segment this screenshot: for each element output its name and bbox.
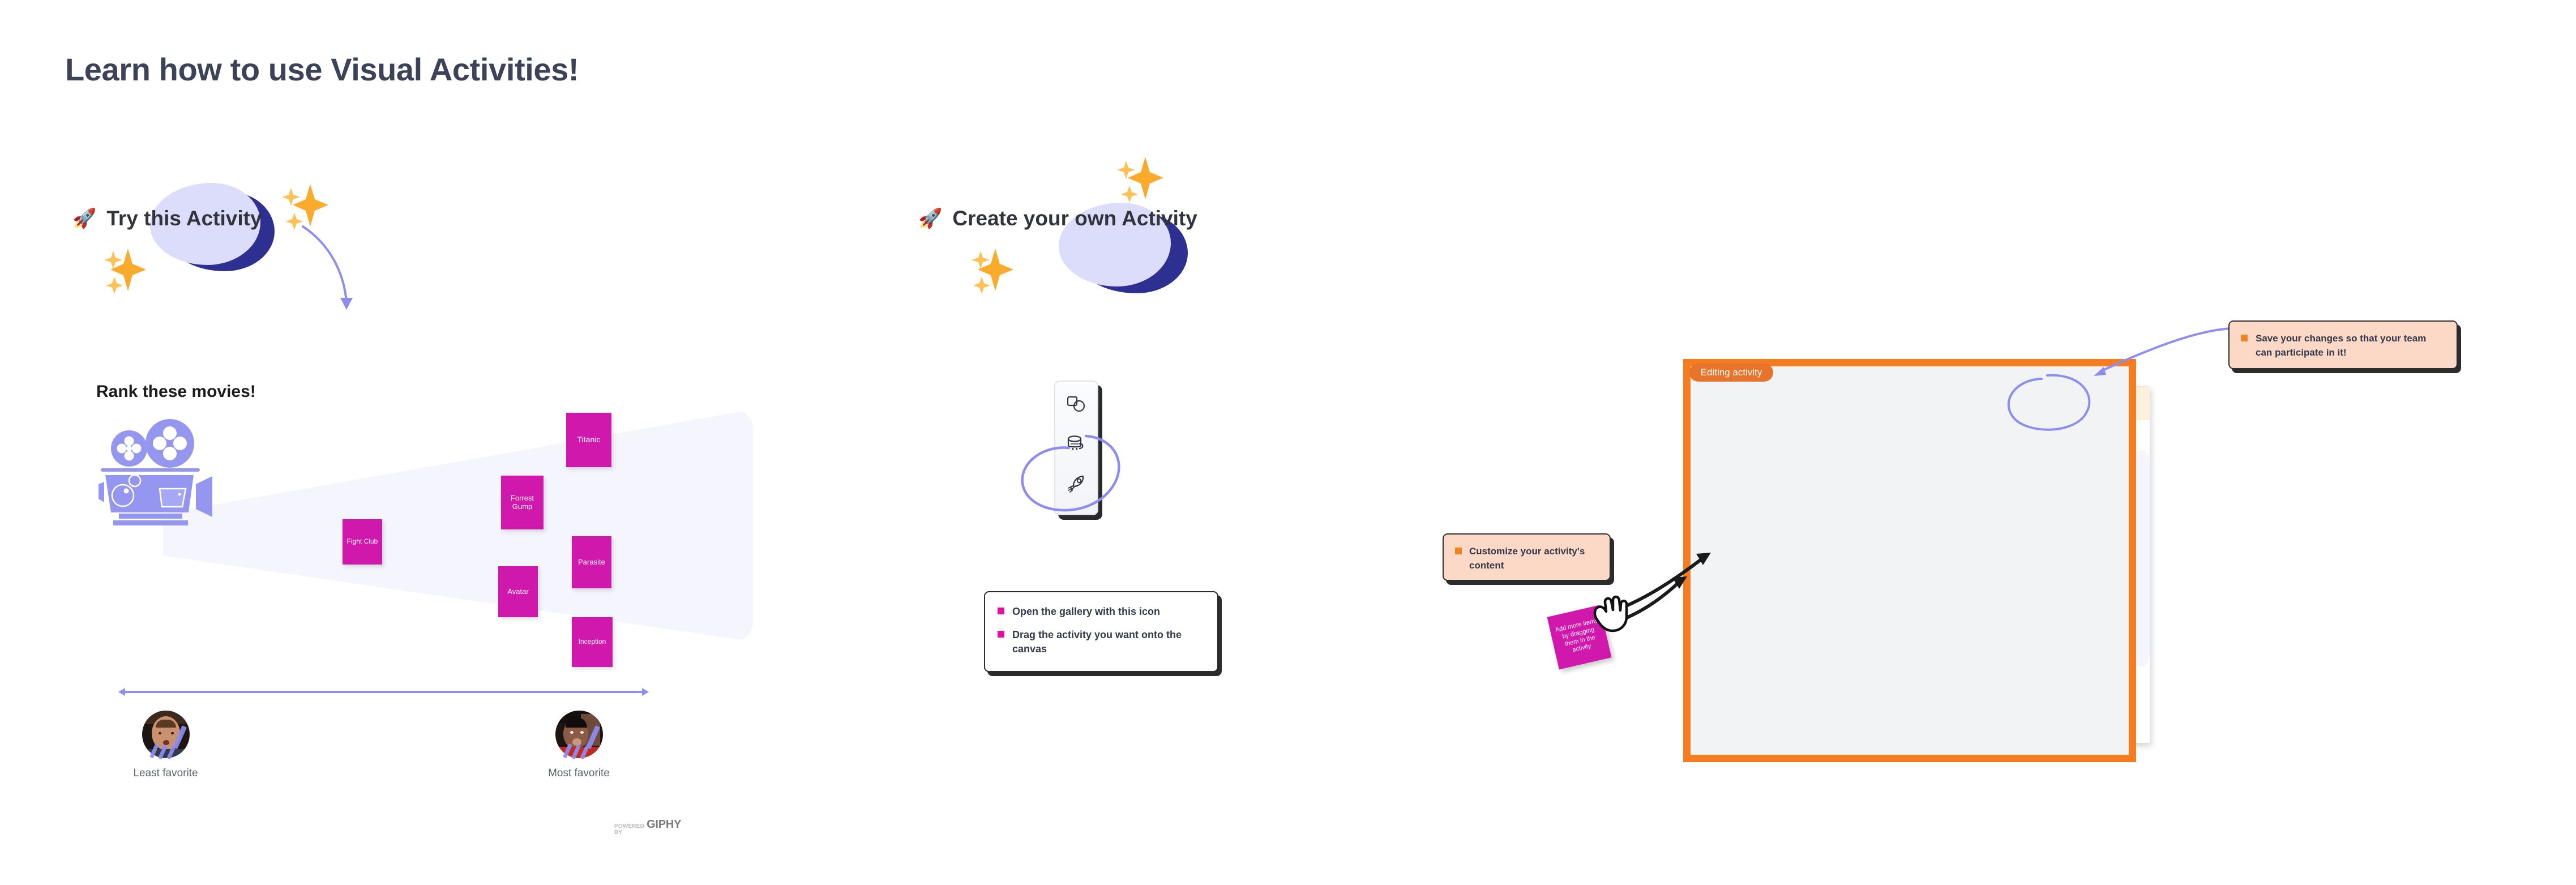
sparkle-icon: [104, 249, 146, 294]
bullet-square-icon: [2241, 335, 2248, 341]
section-heading-create-activity: 🚀 Create your own Activity: [918, 207, 1197, 230]
tooltip-bullet-row: Customize your activity's content: [1455, 545, 1598, 572]
activity-title: Rank these movies!: [96, 382, 256, 401]
bullet-square-icon: [998, 608, 1004, 614]
page-root: Learn how to use Visual Activities! 🚀 Tr…: [0, 0, 2576, 885]
tooltip-bullet-row: Save your changes so that your team can …: [2241, 332, 2445, 360]
tooltip-gallery: Open the gallery with this icon Drag the…: [984, 591, 1218, 672]
left-rail-toolbar[interactable]: [1054, 380, 1098, 515]
section-heading-try-activity: 🚀 Try this Activity: [72, 207, 262, 230]
section-label: Create your own Activity: [952, 207, 1197, 230]
editor-window-frame: [1683, 359, 2136, 762]
axis-label-least: Least favorite: [133, 767, 198, 779]
tooltip-save-changes: Save your changes so that your team can …: [2228, 320, 2458, 369]
bullet-square-icon: [1455, 548, 1462, 554]
rocket-icon: 🚀: [72, 208, 97, 229]
toolbar-item-shapes[interactable]: [1060, 390, 1092, 419]
axis-anchor-most: Most favorite: [529, 711, 628, 780]
curved-arrow-down-icon: [302, 225, 353, 310]
editor-window-backdrop: [1691, 366, 2129, 755]
movie-card[interactable]: Fight Club: [343, 519, 382, 565]
hand-cursor-icon: [1593, 595, 1628, 632]
giphy-prefix: POWERED BY: [614, 823, 645, 836]
movie-card[interactable]: Inception: [572, 617, 613, 667]
stamp-icon: [1067, 435, 1084, 450]
tooltip-text: Open the gallery with this icon: [1012, 606, 1161, 617]
tooltip-customize: Customize your activity's content: [1443, 533, 1611, 581]
editing-activity-badge: Editing activity: [1689, 364, 1773, 382]
movie-card[interactable]: Titanic: [566, 413, 611, 467]
sparkle-icon: [972, 249, 1013, 294]
movie-card[interactable]: Parasite: [572, 536, 611, 588]
page-title: Learn how to use Visual Activities!: [65, 52, 579, 87]
axis-label-most: Most favorite: [548, 767, 610, 779]
tooltip-text: Drag the activity you want onto the canv…: [1012, 629, 1182, 655]
giphy-attribution: POWERED BY GIPHY: [614, 818, 682, 836]
axis-anchor-least: Least favorite: [116, 711, 215, 780]
movie-card[interactable]: Avatar: [498, 566, 538, 617]
rocket-icon: [1068, 475, 1084, 493]
activity-canvas: Rank these movies! Titanic Forrest Gump …: [96, 371, 753, 841]
tooltip-bullet-row: Drag the activity you want onto the canv…: [998, 628, 1205, 656]
toolbar-item-stamps[interactable]: [1060, 429, 1092, 459]
shapes-icon: [1067, 396, 1085, 412]
rocket-icon: 🚀: [918, 208, 943, 229]
toolbar-item-activities[interactable]: [1060, 469, 1092, 498]
bullet-square-icon: [998, 631, 1004, 638]
projector-icon: [99, 419, 212, 525]
projector-beam: [163, 409, 753, 642]
tooltip-text: Save your changes so that your team can …: [2256, 333, 2427, 358]
preference-axis: [118, 688, 649, 696]
giphy-brand: GIPHY: [647, 818, 682, 831]
movie-card[interactable]: Forrest Gump: [501, 476, 544, 529]
tooltip-bullet-row: Open the gallery with this icon: [998, 605, 1205, 619]
section-label: Try this Activity: [106, 207, 262, 230]
sparkle-icon: [282, 184, 328, 230]
tooltip-text: Customize your activity's content: [1469, 546, 1585, 571]
